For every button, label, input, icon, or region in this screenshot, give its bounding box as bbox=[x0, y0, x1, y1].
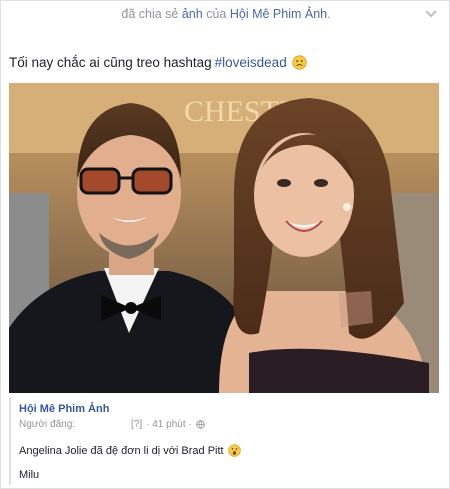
gasp-emoji-icon bbox=[227, 444, 241, 457]
globe-icon bbox=[195, 420, 205, 429]
shared-body-text: Angelina Jolie đã đệ đơn li dị với Brad … bbox=[19, 444, 224, 457]
shared-body-row: Angelina Jolie đã đệ đơn li dị với Brad … bbox=[19, 444, 439, 457]
page-name-link[interactable]: Hội Mê Phim Ảnh bbox=[230, 7, 327, 21]
post-header: đã chia sẻ ảnh của Hội Mê Phim Ảnh. bbox=[1, 7, 450, 29]
post-time[interactable]: · 41 phút · bbox=[146, 419, 192, 430]
hashtag-link[interactable]: #loveisdead bbox=[215, 55, 287, 70]
post-card: đã chia sẻ ảnh của Hội Mê Phim Ảnh. Tối … bbox=[0, 0, 450, 489]
header-end-punct: . bbox=[327, 7, 331, 21]
source-page-name[interactable]: Hội Mê Phim Ảnh bbox=[19, 403, 439, 415]
photo-link[interactable]: ảnh bbox=[182, 7, 203, 21]
author-value: [?] bbox=[131, 419, 143, 430]
post-message: Tối nay chắc ai cũng treo hashtag bbox=[9, 55, 212, 70]
shared-post-attachment[interactable]: Hội Mê Phim Ảnh Người đăng: [?] · 41 phú… bbox=[9, 397, 439, 485]
frown-emoji-icon bbox=[292, 55, 307, 70]
meta-row: Người đăng: [?] · 41 phút · bbox=[19, 419, 439, 430]
shared-photo[interactable]: CHESTRE bbox=[9, 83, 439, 393]
shared-signature: Milu bbox=[19, 469, 40, 481]
header-middle-text: của bbox=[206, 7, 227, 21]
chevron-down-icon[interactable] bbox=[425, 9, 437, 19]
author-label: Người đăng: bbox=[19, 419, 76, 430]
header-action-text: đã chia sẻ bbox=[121, 7, 179, 21]
post-text: Tối nay chắc ai cũng treo hashtag #lovei… bbox=[9, 55, 307, 70]
photo-image: CHESTRE bbox=[9, 83, 439, 393]
